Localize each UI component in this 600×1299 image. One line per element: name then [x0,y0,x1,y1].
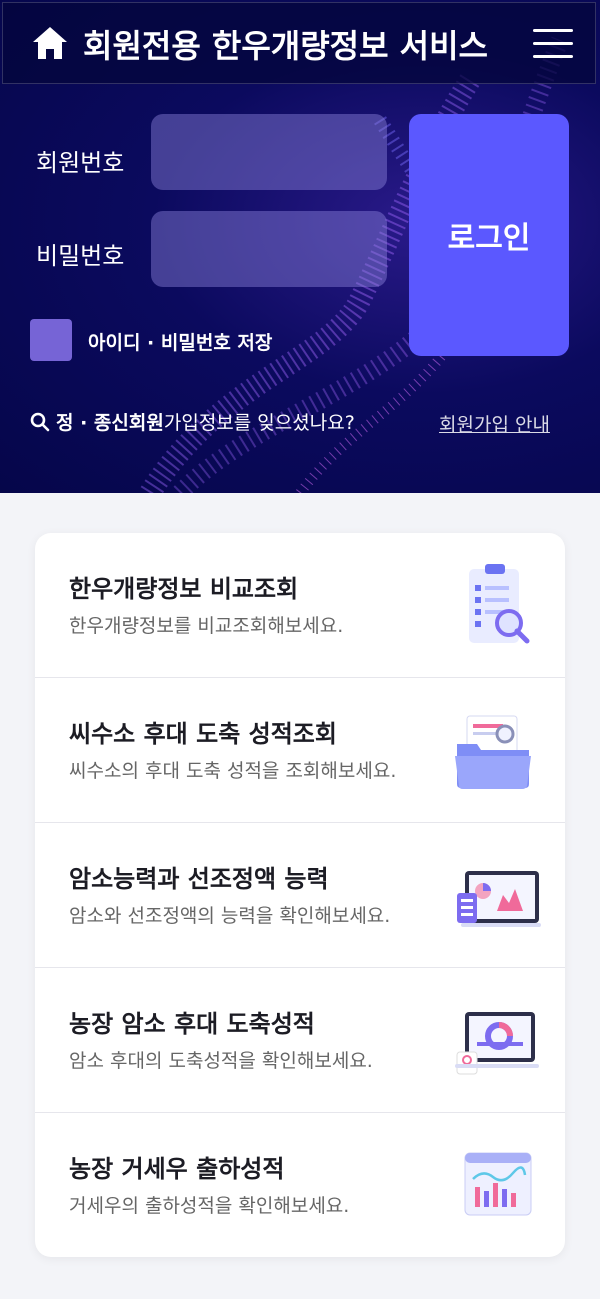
menu-item-title: 한우개량정보 비교조회 [69,575,299,603]
menu-item-sire-progeny[interactable]: 씨수소 후대 도축 성적조회 씨수소의 후대 도축 성적을 조회해보세요. [35,678,565,823]
save-credentials-checkbox[interactable] [30,319,72,361]
menu-item-title: 농장 암소 후대 도축성적 [69,1010,315,1038]
find-account-text: 가입정보를 잊으셨나요? [163,412,355,434]
menu-item-steer-shipping[interactable]: 농장 거세우 출하성적 거세우의 출하성적을 확인해보세요. [35,1113,565,1257]
folder-search-icon [455,715,531,789]
password-input[interactable] [151,211,387,287]
menu-item-title: 암소능력과 선조정액 능력 [69,865,329,893]
find-account-bold: 정 · 종신회원 [56,412,164,434]
password-label: 비밀번호 [36,242,125,270]
search-icon [30,412,50,431]
save-credentials-label: 아이디 · 비밀번호 저장 [88,332,273,354]
menu-item-cow-ability[interactable]: 암소능력과 선조정액 능력 암소와 선조정액의 능력을 확인해보세요. [35,823,565,968]
member-no-input[interactable] [151,114,387,190]
service-menu-card: 한우개량정보 비교조회 한우개량정보를 비교조회해보세요. 씨수소 후대 도축 … [35,533,565,1257]
menu-item-title: 농장 거세우 출하성적 [69,1155,285,1183]
menu-item-desc: 거세우의 출하성적을 확인해보세요. [69,1195,350,1217]
login-hero: 회원전용 한우개량정보 서비스 회원번호 비밀번호 로그인 아이디 · 비밀번호… [0,0,600,493]
hamburger-menu-icon[interactable] [533,29,573,61]
clipboard-search-icon [469,564,530,644]
menu-item-desc: 씨수소의 후대 도축 성적을 조회해보세요. [69,760,397,782]
login-button[interactable]: 로그인 [409,114,569,356]
find-account-link[interactable]: 정 · 종신회원 가입정보를 잊으셨나요? [30,408,355,435]
laptop-chart-icon [457,871,541,927]
bar-chart-window-icon [464,1152,532,1216]
menu-item-farm-cow-progeny[interactable]: 농장 암소 후대 도축성적 암소 후대의 도축성적을 확인해보세요. [35,968,565,1113]
menu-item-desc: 한우개량정보를 비교조회해보세요. [69,615,344,637]
join-guide-link[interactable]: 회원가입 안내 [439,410,550,437]
menu-item-desc: 암소 후대의 도축성적을 확인해보세요. [69,1050,373,1072]
menu-item-compare[interactable]: 한우개량정보 비교조회 한우개량정보를 비교조회해보세요. [35,533,565,678]
menu-item-desc: 암소와 선조정액의 능력을 확인해보세요. [69,905,391,927]
page-title: 회원전용 한우개량정보 서비스 [83,27,489,65]
home-icon[interactable] [31,25,69,61]
menu-item-title: 씨수소 후대 도축 성적조회 [69,720,337,748]
member-no-label: 회원번호 [36,149,125,177]
monitor-donut-icon [455,1012,539,1075]
top-bar: 회원전용 한우개량정보 서비스 [2,2,596,84]
